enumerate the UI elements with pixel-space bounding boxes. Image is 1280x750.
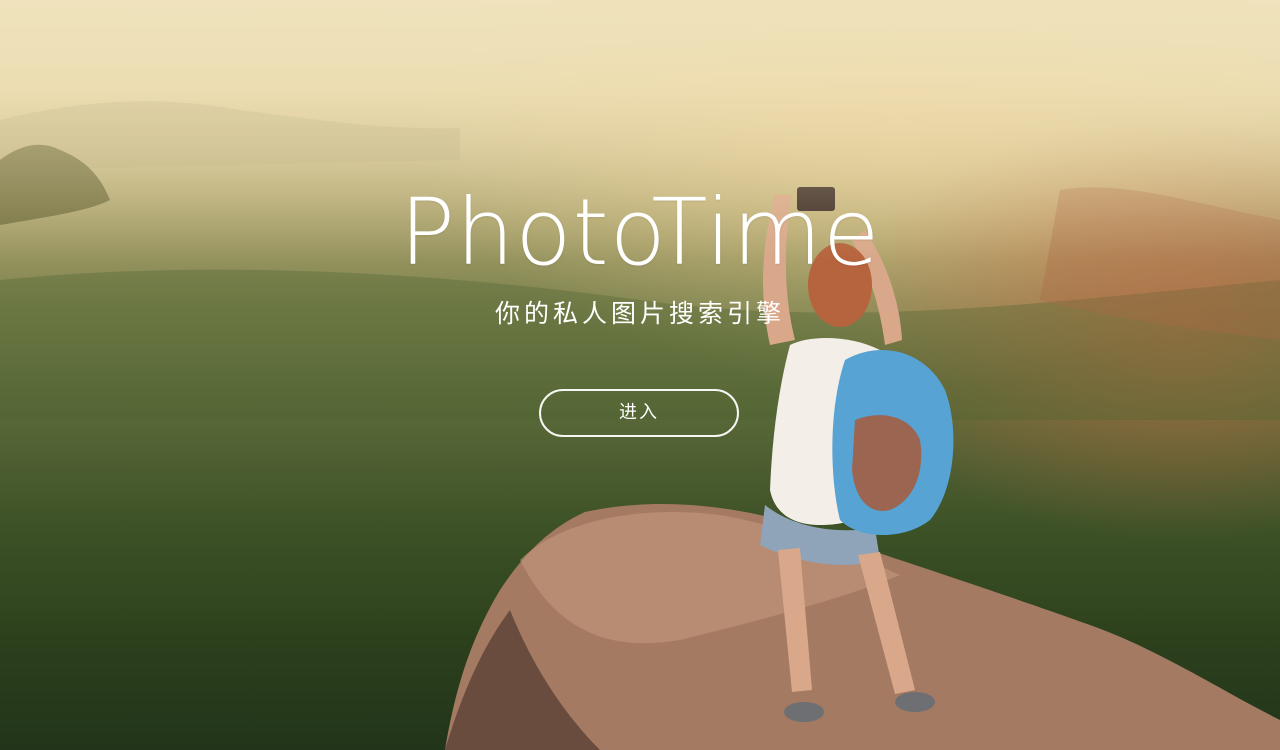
app-subtitle: 你的私人图片搜索引擎 [494,299,785,328]
hero-background: PhotoTime 你的私人图片搜索引擎 进入 [0,0,1280,750]
hiker-shoe-right [895,692,935,712]
enter-button[interactable]: 进入 [539,389,739,437]
hiker-shoe-left [784,702,824,722]
app-title: PhotoTime [399,179,881,286]
